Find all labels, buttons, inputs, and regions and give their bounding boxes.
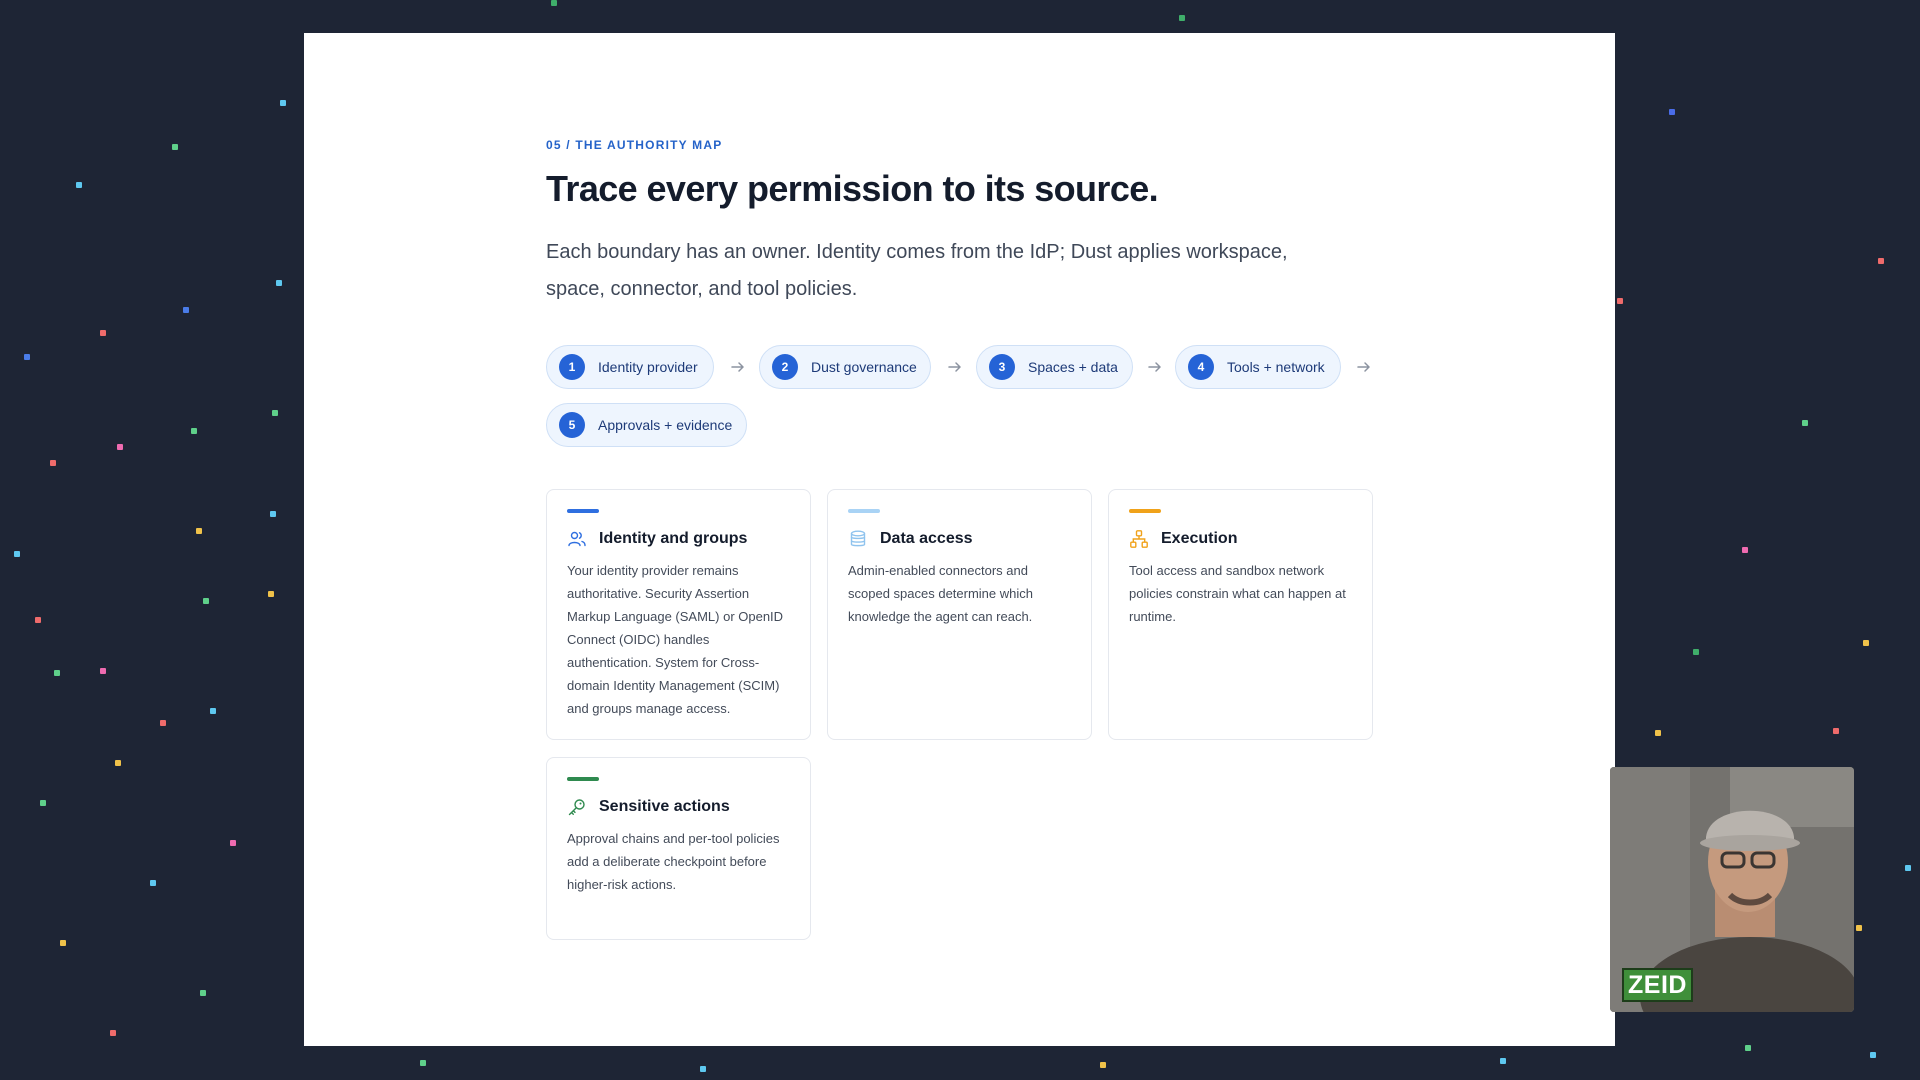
decorative-dot: [1617, 298, 1623, 304]
step-number: 3: [989, 354, 1015, 380]
card-body: Admin-enabled connectors and scoped spac…: [848, 563, 1033, 624]
decorative-dot: [1745, 1045, 1751, 1051]
decorative-dot: [1742, 547, 1748, 553]
decorative-dot: [700, 1066, 706, 1072]
decorative-dot: [60, 940, 66, 946]
arrow-right-icon: [731, 362, 744, 372]
key-icon: [568, 799, 585, 816]
card-title: Data access: [880, 530, 973, 547]
decorative-dot: [1833, 728, 1839, 734]
users-icon: [568, 531, 586, 547]
card-execution: Execution Tool access and sandbox networ…: [1108, 489, 1373, 740]
decorative-dot: [203, 598, 209, 604]
arrow-right-icon: [1148, 362, 1161, 372]
step-number: 4: [1188, 354, 1214, 380]
decorative-dot: [172, 144, 178, 150]
decorative-dot: [551, 0, 557, 6]
section-eyebrow: 05 / THE AUTHORITY MAP: [546, 138, 723, 152]
network-icon: [1130, 530, 1148, 548]
decorative-dot: [1863, 640, 1869, 646]
card-identity-and-groups: Identity and groups Your identity provid…: [546, 489, 811, 740]
card-accent-bar: [1129, 509, 1161, 513]
card-body: Approval chains and per-tool policies ad…: [567, 831, 780, 892]
card-title: Sensitive actions: [599, 798, 730, 815]
decorative-dot: [200, 990, 206, 996]
decorative-dot: [210, 708, 216, 714]
card-header: Identity and groups: [567, 529, 790, 549]
decorative-dot: [35, 617, 41, 623]
step-pill-tools-network: 4 Tools + network: [1175, 345, 1341, 389]
decorative-dot: [14, 551, 20, 557]
decorative-dot: [1500, 1058, 1506, 1064]
decorative-dot: [117, 444, 123, 450]
decorative-dot: [54, 670, 60, 676]
arrow-right-icon: [1357, 362, 1370, 372]
decorative-dot: [1870, 1052, 1876, 1058]
decorative-dot: [50, 460, 56, 466]
card-body: Your identity provider remains authorita…: [567, 563, 784, 716]
decorative-dot: [115, 760, 121, 766]
decorative-dot: [230, 840, 236, 846]
decorative-dot: [276, 280, 282, 286]
card-header: Data access: [848, 529, 1071, 549]
card-body: Tool access and sandbox network policies…: [1129, 563, 1346, 624]
step-pill-identity-provider: 1 Identity provider: [546, 345, 714, 389]
decorative-dot: [40, 800, 46, 806]
step-label: Identity provider: [598, 359, 698, 375]
card-accent-bar: [848, 509, 880, 513]
arrow-right-icon: [948, 362, 961, 372]
decorative-dot: [110, 1030, 116, 1036]
step-number: 5: [559, 412, 585, 438]
card-sensitive-actions: Sensitive actions Approval chains and pe…: [546, 757, 811, 940]
card-data-access: Data access Admin-enabled connectors and…: [827, 489, 1092, 740]
decorative-dot: [100, 668, 106, 674]
webcam-overlay: ZEID: [1610, 767, 1854, 1012]
card-title: Execution: [1161, 530, 1238, 547]
slide-lead: Each boundary has an owner. Identity com…: [546, 241, 1288, 300]
decorative-dot: [1905, 865, 1911, 871]
decorative-dot: [1655, 730, 1661, 736]
decorative-dot: [280, 100, 286, 106]
card-header: Execution: [1129, 529, 1352, 549]
step-label: Dust governance: [811, 359, 917, 375]
decorative-dot: [100, 330, 106, 336]
card-accent-bar: [567, 777, 599, 781]
decorative-dot: [24, 354, 30, 360]
step-number: 2: [772, 354, 798, 380]
slide: 05 / THE AUTHORITY MAP Trace every permi…: [304, 33, 1615, 1046]
card-header: Sensitive actions: [567, 797, 790, 817]
step-pill-spaces-data: 3 Spaces + data: [976, 345, 1133, 389]
decorative-dot: [76, 182, 82, 188]
database-icon: [850, 530, 866, 547]
step-pill-dust-governance: 2 Dust governance: [759, 345, 931, 389]
decorative-dot: [1878, 258, 1884, 264]
decorative-dot: [1669, 109, 1675, 115]
decorative-dot: [270, 511, 276, 517]
decorative-dot: [1179, 15, 1185, 21]
decorative-dot: [1693, 649, 1699, 655]
decorative-dot: [272, 410, 278, 416]
step-label: Approvals + evidence: [598, 417, 733, 433]
decorative-dot: [1856, 925, 1862, 931]
decorative-dot: [160, 720, 166, 726]
card-title: Identity and groups: [599, 530, 748, 547]
decorative-dot: [183, 307, 189, 313]
decorative-dot: [1802, 420, 1808, 426]
step-label: Spaces + data: [1028, 359, 1118, 375]
card-accent-bar: [567, 509, 599, 513]
step-label: Tools + network: [1227, 359, 1325, 375]
decorative-dot: [268, 591, 274, 597]
decorative-dot: [150, 880, 156, 886]
decorative-dot: [191, 428, 197, 434]
decorative-dot: [196, 528, 202, 534]
decorative-dot: [1100, 1062, 1106, 1068]
step-pill-approvals-evidence: 5 Approvals + evidence: [546, 403, 747, 447]
slide-title: Trace every permission to its source.: [546, 168, 1159, 209]
step-number: 1: [559, 354, 585, 380]
decorative-dot: [420, 1060, 426, 1066]
presenter-name-badge: ZEID: [1622, 968, 1693, 1002]
